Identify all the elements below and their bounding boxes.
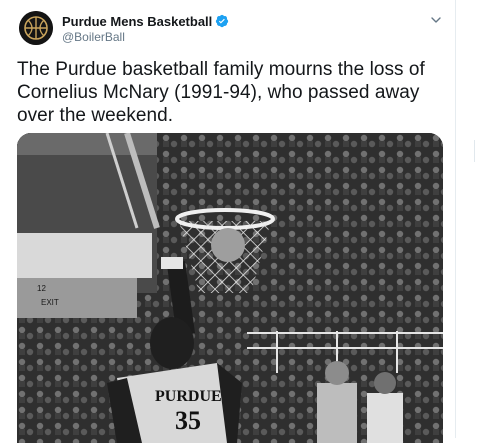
right-panel-edge: [456, 0, 478, 438]
basketball-logo-icon: [19, 11, 53, 45]
photo-basketball-dunk: 12 EXIT PURDUE 35: [17, 133, 443, 443]
display-name[interactable]: Purdue Mens Basketball: [62, 14, 212, 29]
right-panel-divider: [474, 140, 475, 162]
tweet-card[interactable]: Purdue Mens Basketball @BoilerBall The P…: [0, 0, 456, 443]
tweet-text: The Purdue basketball family mourns the …: [17, 59, 425, 126]
author-name-row[interactable]: Purdue Mens Basketball: [62, 13, 229, 29]
sign-exit: EXIT: [41, 298, 59, 307]
chevron-down-icon[interactable]: [430, 14, 442, 26]
avatar[interactable]: [19, 11, 53, 45]
tweet-photo[interactable]: 12 EXIT PURDUE 35: [17, 133, 443, 443]
handle[interactable]: @BoilerBall: [62, 30, 125, 44]
verified-badge-icon: [216, 14, 229, 28]
jersey-number: 35: [175, 406, 201, 435]
jersey-text: PURDUE: [155, 388, 222, 405]
sign-12: 12: [37, 284, 46, 293]
